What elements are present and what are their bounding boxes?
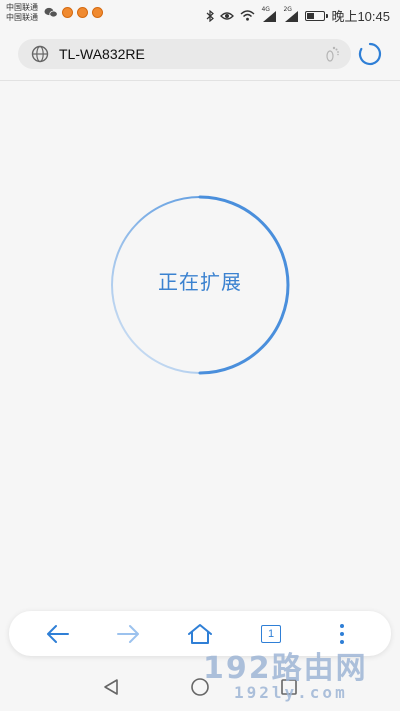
address-bar-row: TL-WA832RE bbox=[0, 30, 400, 78]
weibo-icon bbox=[92, 7, 103, 18]
tab-count: 1 bbox=[261, 625, 281, 643]
triangle-back-icon[interactable] bbox=[101, 677, 121, 697]
home-icon bbox=[188, 624, 212, 644]
loading-spinner-icon[interactable] bbox=[358, 42, 382, 66]
notification-icons bbox=[44, 7, 103, 18]
status-bar: 中国联通 中国联通 4G 2G 晚上10:45 bbox=[0, 0, 400, 28]
wechat-icon bbox=[44, 7, 58, 18]
signal-4g-icon: 4G bbox=[261, 6, 277, 22]
carrier-info: 中国联通 中国联通 bbox=[6, 3, 38, 23]
weibo-icon bbox=[77, 7, 88, 18]
wifi-icon bbox=[240, 10, 255, 21]
footprint-icon[interactable] bbox=[323, 45, 341, 63]
arrow-left-icon bbox=[47, 625, 69, 643]
forward-button[interactable] bbox=[115, 621, 141, 647]
eye-icon bbox=[220, 11, 235, 20]
header-divider bbox=[0, 80, 400, 81]
status-time: 晚上10:45 bbox=[331, 9, 390, 24]
back-button[interactable] bbox=[45, 621, 71, 647]
globe-icon bbox=[31, 45, 49, 63]
url-text[interactable]: TL-WA832RE bbox=[59, 46, 145, 62]
progress-label: 正在扩展 bbox=[158, 270, 242, 294]
more-vertical-icon bbox=[340, 624, 344, 644]
carrier-line-2: 中国联通 bbox=[6, 13, 38, 22]
status-right-group: 4G 2G 晚上10:45 bbox=[206, 6, 390, 25]
url-field[interactable]: TL-WA832RE bbox=[18, 39, 351, 69]
arrow-right-icon bbox=[117, 625, 139, 643]
weibo-icon bbox=[62, 7, 73, 18]
carrier-line-1: 中国联通 bbox=[6, 3, 38, 12]
signal-2g-icon: 2G bbox=[283, 6, 299, 22]
battery-icon bbox=[305, 10, 329, 21]
watermark-brand: 192路由网 bbox=[203, 651, 368, 686]
watermark-domain: 192ly.com bbox=[234, 683, 348, 702]
bluetooth-icon bbox=[207, 9, 215, 22]
